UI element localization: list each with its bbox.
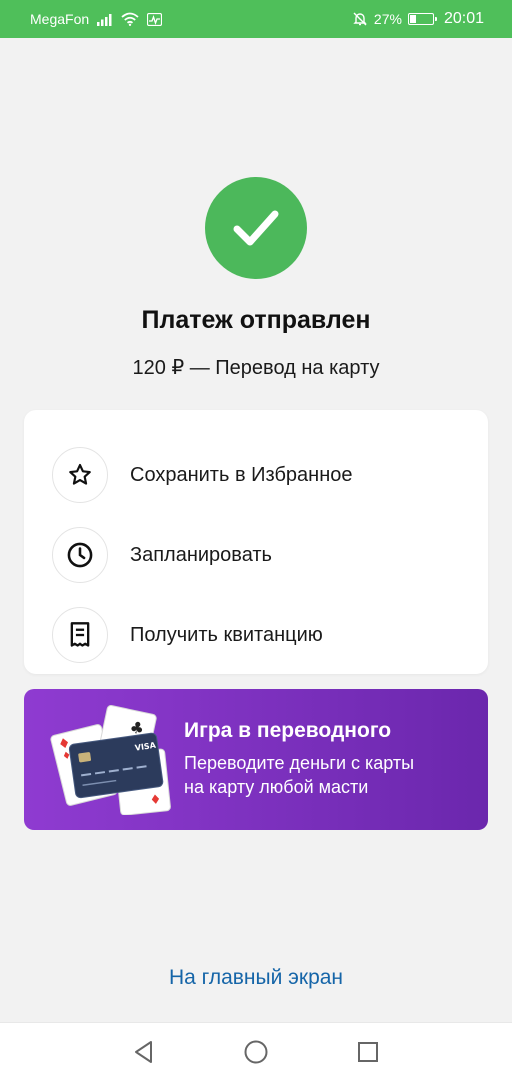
- carrier-name: MegaFon: [30, 11, 90, 27]
- save-favorite-label: Сохранить в Избранное: [130, 463, 353, 486]
- home-icon[interactable]: [236, 1032, 276, 1072]
- svg-text:♦: ♦: [149, 792, 162, 808]
- promo-banner[interactable]: ♦ ♣ ♦ VISA Игра в переводного Переводите…: [24, 689, 488, 830]
- playing-cards-illustration: ♦ ♣ ♦ VISA: [50, 705, 171, 815]
- actions-card: Сохранить в Избранное Запланировать Полу…: [24, 410, 488, 674]
- status-bar: MegaFon 27% 20:01: [0, 0, 512, 38]
- get-receipt-label: Получить квитанцию: [130, 623, 323, 646]
- home-screen-link[interactable]: На главный экран: [0, 966, 512, 990]
- star-icon: [52, 447, 108, 503]
- success-badge: [205, 177, 307, 279]
- signal-icon: [97, 13, 113, 26]
- save-favorite-button[interactable]: Сохранить в Избранное: [24, 435, 488, 515]
- wifi-icon: [121, 12, 139, 26]
- promo-line-2: на карту любой масти: [184, 777, 369, 797]
- promo-line-1: Переводите деньги с карты: [184, 753, 415, 773]
- mute-icon: [352, 11, 368, 27]
- battery-level: [409, 15, 417, 23]
- promo-text: Игра в переводного Переводите деньги с к…: [184, 719, 414, 799]
- payment-summary: 120 ₽ — Перевод на карту: [132, 357, 380, 379]
- activity-icon: [147, 12, 163, 26]
- system-navigation-bar: [0, 1022, 512, 1080]
- back-icon[interactable]: [124, 1032, 164, 1072]
- page-title: Платеж отправлен: [141, 306, 371, 334]
- receipt-icon: [52, 607, 108, 663]
- status-left: MegaFon: [30, 11, 163, 27]
- payment-success-screen: MegaFon 27% 20:01 Платеж отправлен 120 ₽…: [0, 0, 512, 1080]
- battery-percent: 27%: [373, 11, 402, 27]
- recents-icon[interactable]: [348, 1032, 388, 1072]
- schedule-button[interactable]: Запланировать: [24, 515, 488, 595]
- clock-icon: [52, 527, 108, 583]
- clock-time: 20:01: [443, 10, 484, 27]
- get-receipt-button[interactable]: Получить квитанцию: [24, 595, 488, 675]
- battery-icon: [407, 13, 437, 25]
- promo-title: Игра в переводного: [184, 719, 392, 742]
- status-right: 27% 20:01: [352, 10, 484, 28]
- schedule-label: Запланировать: [130, 543, 272, 566]
- checkmark-icon: [233, 210, 279, 246]
